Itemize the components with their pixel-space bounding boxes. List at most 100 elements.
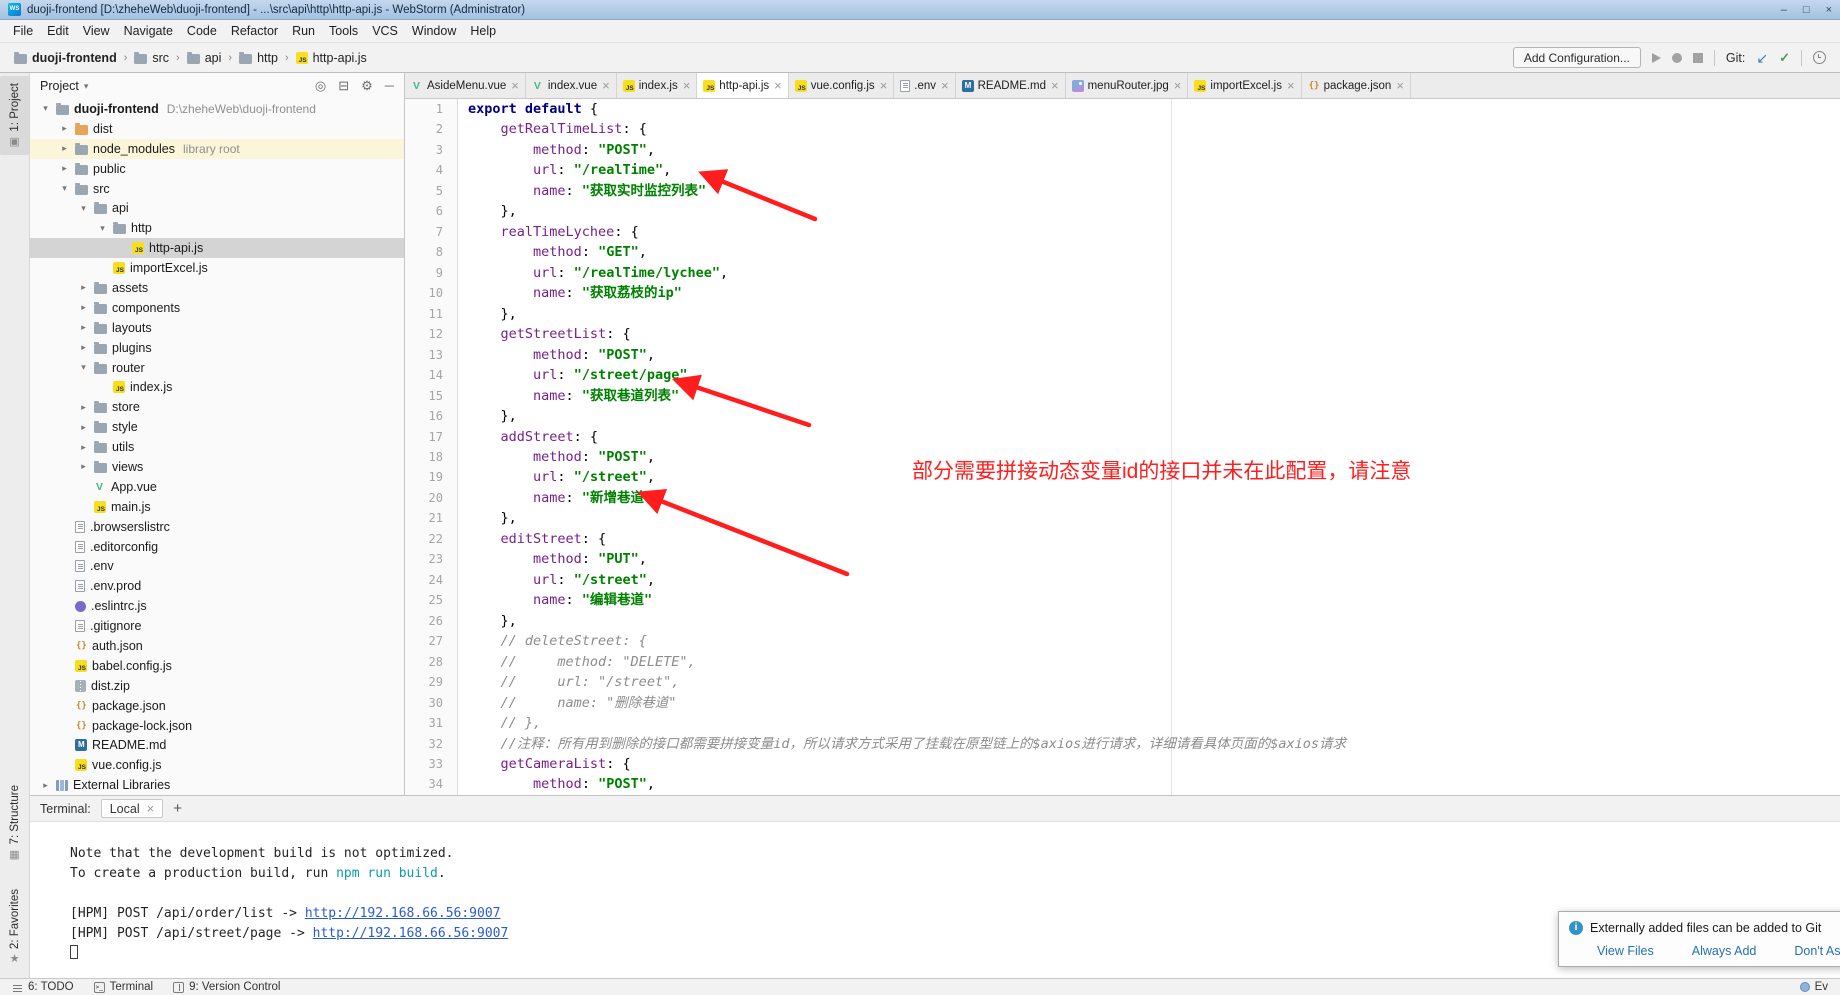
tree-item[interactable]: ▸assets: [30, 278, 404, 298]
stop-icon[interactable]: [1693, 53, 1703, 63]
status-item[interactable]: 9: Version Control: [173, 981, 280, 993]
code-line[interactable]: },: [468, 508, 1840, 528]
code-line[interactable]: getStreetList: {: [468, 324, 1840, 344]
menu-item-refactor[interactable]: Refactor: [224, 24, 285, 38]
tree-item[interactable]: App.vue: [30, 477, 404, 497]
tree-item[interactable]: ▸style: [30, 417, 404, 437]
code-line[interactable]: url: "/realTime",: [468, 160, 1840, 180]
tree-item[interactable]: auth.json: [30, 636, 404, 656]
update-project-icon[interactable]: ↙: [1756, 51, 1768, 65]
menu-item-file[interactable]: File: [6, 24, 40, 38]
tree-item[interactable]: vue.config.js: [30, 755, 404, 775]
menu-item-code[interactable]: Code: [180, 24, 224, 38]
chevron-icon[interactable]: ▸: [78, 302, 89, 313]
code-line[interactable]: // },: [468, 713, 1840, 733]
stripe-project-button[interactable]: 1: Project ▣: [0, 76, 29, 155]
tree-item[interactable]: ▸dist: [30, 119, 404, 139]
history-icon[interactable]: [1813, 51, 1826, 64]
chevron-icon[interactable]: ▸: [59, 123, 70, 134]
close-icon[interactable]: ×: [774, 78, 782, 93]
editor-tab[interactable]: vue.config.js×: [789, 73, 895, 98]
chevron-icon[interactable]: ▸: [78, 422, 89, 433]
chevron-icon[interactable]: ▾: [40, 103, 51, 114]
commit-icon[interactable]: ✓: [1779, 51, 1790, 64]
code-line[interactable]: method: "POST",: [468, 345, 1840, 365]
tree-item[interactable]: ▸layouts: [30, 318, 404, 338]
code-line[interactable]: // name: "删除巷道": [468, 693, 1840, 713]
chevron-icon[interactable]: ▸: [78, 402, 89, 413]
notification-action[interactable]: View Files: [1597, 944, 1654, 958]
status-item[interactable]: Terminal: [94, 981, 153, 993]
tree-item[interactable]: ▾http: [30, 218, 404, 238]
code-line[interactable]: addStreet: {: [468, 427, 1840, 447]
tree-item[interactable]: .gitignore: [30, 616, 404, 636]
menu-item-run[interactable]: Run: [285, 24, 322, 38]
menu-item-view[interactable]: View: [76, 24, 117, 38]
editor-tab[interactable]: importExcel.js×: [1188, 73, 1301, 98]
terminal-link[interactable]: http://192.168.66.56:9007: [313, 926, 509, 941]
tree-item[interactable]: ▸plugins: [30, 338, 404, 358]
stripe-structure-button[interactable]: 7: Structure ▦: [0, 778, 29, 867]
code-line[interactable]: url: "/street",: [468, 570, 1840, 590]
collapse-all-icon[interactable]: ⊟: [338, 78, 349, 94]
tree-item[interactable]: ▾src: [30, 179, 404, 199]
chevron-icon[interactable]: ▾: [78, 203, 89, 214]
code-line[interactable]: editStreet: {: [468, 529, 1840, 549]
code-line[interactable]: // deleteStreet: {: [468, 631, 1840, 651]
code-line[interactable]: name: "新增巷道": [468, 488, 1840, 508]
editor-tab[interactable]: AsideMenu.vue×: [405, 73, 526, 98]
tree-item[interactable]: .eslintrc.js: [30, 596, 404, 616]
code-line[interactable]: method: "GET",: [468, 242, 1840, 262]
tree-item[interactable]: ▸node_moduleslibrary root: [30, 139, 404, 159]
editor-tab[interactable]: index.js×: [617, 73, 698, 98]
editor-tab[interactable]: package.json×: [1302, 73, 1411, 98]
run-icon[interactable]: [1652, 53, 1661, 63]
editor-tab[interactable]: http-api.js×: [697, 73, 788, 98]
code-line[interactable]: getCameraList: {: [468, 754, 1840, 774]
close-icon[interactable]: ×: [683, 78, 691, 93]
menu-item-window[interactable]: Window: [405, 24, 463, 38]
tree-item[interactable]: ▸public: [30, 159, 404, 179]
close-icon[interactable]: ×: [511, 78, 519, 93]
close-icon[interactable]: ×: [147, 801, 155, 816]
code-area[interactable]: export default { getRealTimeList: { meth…: [458, 99, 1840, 795]
tree-item[interactable]: ▸views: [30, 457, 404, 477]
tree-item[interactable]: main.js: [30, 497, 404, 517]
code-line[interactable]: name: "获取巷道列表": [468, 386, 1840, 406]
close-icon[interactable]: ×: [1051, 78, 1059, 93]
new-terminal-icon[interactable]: +: [173, 800, 182, 817]
close-button[interactable]: ×: [1826, 4, 1832, 16]
debug-icon[interactable]: [1672, 53, 1682, 63]
tree-item[interactable]: ▾api: [30, 198, 404, 218]
hide-panel-icon[interactable]: ─: [385, 78, 394, 94]
menu-item-edit[interactable]: Edit: [40, 24, 76, 38]
notification-action[interactable]: Don't Ask Again: [1794, 944, 1840, 958]
maximize-button[interactable]: □: [1803, 4, 1810, 16]
close-icon[interactable]: ×: [1396, 78, 1404, 93]
chevron-icon[interactable]: ▸: [40, 780, 51, 791]
code-line[interactable]: url: "/realTime/lychee",: [468, 263, 1840, 283]
menu-item-vcs[interactable]: VCS: [365, 24, 405, 38]
status-item[interactable]: 6: TODO: [12, 981, 74, 993]
chevron-icon[interactable]: ▸: [78, 461, 89, 472]
editor-body[interactable]: 1234567891011121314151617181920212223242…: [405, 99, 1840, 795]
breadcrumb-item[interactable]: http-api.js: [296, 51, 367, 65]
breadcrumb-item[interactable]: duoji-frontend: [14, 51, 117, 65]
close-icon[interactable]: ×: [941, 78, 949, 93]
tree-item[interactable]: ▸components: [30, 298, 404, 318]
chevron-icon[interactable]: ▾: [97, 223, 108, 234]
menu-item-help[interactable]: Help: [463, 24, 503, 38]
code-line[interactable]: //注释：所有用到删除的接口都需要拼接变量id，所以请求方式采用了挂载在原型链上…: [468, 734, 1840, 754]
breadcrumb-item[interactable]: src: [134, 51, 169, 65]
tree-item[interactable]: .env: [30, 556, 404, 576]
minimize-button[interactable]: –: [1781, 4, 1787, 16]
menu-item-tools[interactable]: Tools: [322, 24, 365, 38]
code-line[interactable]: url: "/street/page",: [468, 365, 1840, 385]
chevron-icon[interactable]: ▾: [59, 183, 70, 194]
code-line[interactable]: method: "POST",: [468, 774, 1840, 794]
code-line[interactable]: // url: "/street",: [468, 672, 1840, 692]
code-line[interactable]: name: "获取实时监控列表": [468, 181, 1840, 201]
chevron-icon[interactable]: ▸: [78, 322, 89, 333]
close-icon[interactable]: ×: [880, 78, 888, 93]
tree-item[interactable]: ▸store: [30, 397, 404, 417]
